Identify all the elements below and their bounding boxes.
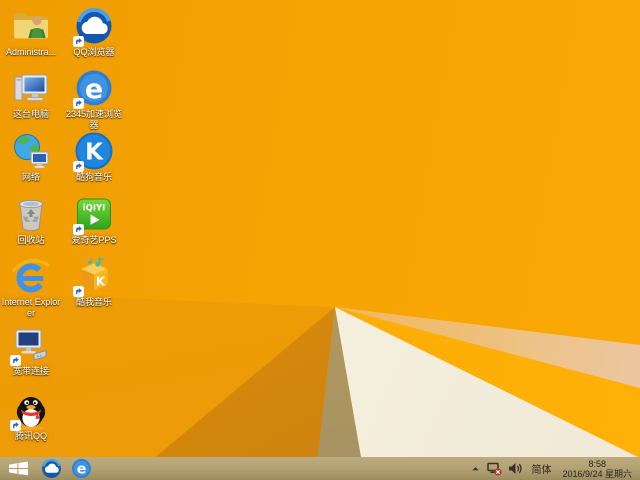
svg-text:K: K: [85, 140, 104, 166]
shortcut-arrow-icon: [73, 286, 84, 297]
desktop-icon-recycle-bin[interactable]: 回收站: [1, 194, 61, 246]
desktop-icon-broadband-connection[interactable]: 宽带连接: [1, 325, 61, 377]
taskbar-clock[interactable]: 8:58 2016/9/24 星期六: [559, 459, 635, 479]
icon-label: 宽带连接: [12, 366, 49, 376]
ime-indicator[interactable]: 简体: [529, 461, 553, 476]
desktop-icon-tencent-qq[interactable]: 腾讯QQ: [1, 390, 61, 442]
icon-label: 2345加速浏览器: [65, 109, 123, 130]
qq-browser-icon: [41, 458, 61, 478]
desktop-icon-2345-browser[interactable]: e 2345加速浏览器: [64, 68, 124, 131]
network-status-icon[interactable]: [487, 462, 503, 476]
shortcut-arrow-icon: [73, 161, 84, 172]
network-icon: [14, 134, 49, 168]
svg-text:e: e: [76, 462, 86, 478]
internet-explorer-icon: [12, 258, 50, 293]
desktop-icon-kuwo-music[interactable]: K 酷我音乐: [64, 256, 124, 308]
recycle-bin-icon: [19, 199, 43, 232]
desktop-icon-kugou-music[interactable]: K 酷狗音乐: [64, 131, 124, 183]
icon-label: 腾讯QQ: [14, 431, 47, 441]
desktop-icon-qq-browser[interactable]: QQ浏览器: [64, 6, 124, 58]
icon-label: 网络: [21, 172, 40, 182]
shortcut-arrow-icon: [10, 420, 21, 431]
icon-label: 酷狗音乐: [75, 172, 112, 182]
clock-time: 8:58: [588, 458, 606, 469]
icon-label: 回收站: [17, 235, 45, 245]
svg-text:iQIYI: iQIYI: [83, 204, 106, 214]
desktop-icon-internet-explorer[interactable]: Internet Explorer: [1, 256, 61, 319]
icon-label: 爱奇艺PPS: [71, 235, 117, 245]
system-tray: 简体 8:58 2016/9/24 星期六: [470, 457, 640, 480]
start-button[interactable]: [0, 457, 36, 480]
this-pc-icon: [14, 74, 48, 101]
taskbar-qq-browser-button[interactable]: [36, 457, 66, 480]
user-folder-icon: [14, 13, 48, 39]
shortcut-arrow-icon: [73, 98, 84, 109]
show-hidden-icons-button[interactable]: [470, 463, 481, 474]
windows-logo-icon: [8, 461, 28, 476]
icon-label: 酷我音乐: [75, 297, 112, 307]
desktop-icon-iqiyi-pps[interactable]: iQIYI 爱奇艺PPS: [64, 194, 124, 246]
volume-icon[interactable]: [508, 462, 523, 475]
icon-label: Internet Explorer: [1, 297, 61, 318]
svg-text:e: e: [85, 74, 103, 105]
taskbar-2345-browser-button[interactable]: e: [66, 457, 96, 480]
desktop-icon-administrator[interactable]: Administra...: [1, 6, 61, 58]
desktop-icon-network[interactable]: 网络: [1, 131, 61, 183]
shortcut-arrow-icon: [10, 355, 21, 366]
taskbar: e 简体 8:58 2016/9/24 星期六: [0, 457, 640, 480]
icon-label: QQ浏览器: [73, 47, 115, 57]
desktop-icon-this-pc[interactable]: 这台电脑: [1, 68, 61, 120]
shortcut-arrow-icon: [73, 224, 84, 235]
icon-label: 这台电脑: [12, 109, 49, 119]
shortcut-arrow-icon: [73, 36, 84, 47]
svg-text:K: K: [96, 275, 106, 289]
icon-label: Administra...: [5, 47, 56, 57]
2345-browser-icon: e: [71, 459, 91, 478]
clock-date: 2016/9/24 星期六: [562, 468, 632, 479]
